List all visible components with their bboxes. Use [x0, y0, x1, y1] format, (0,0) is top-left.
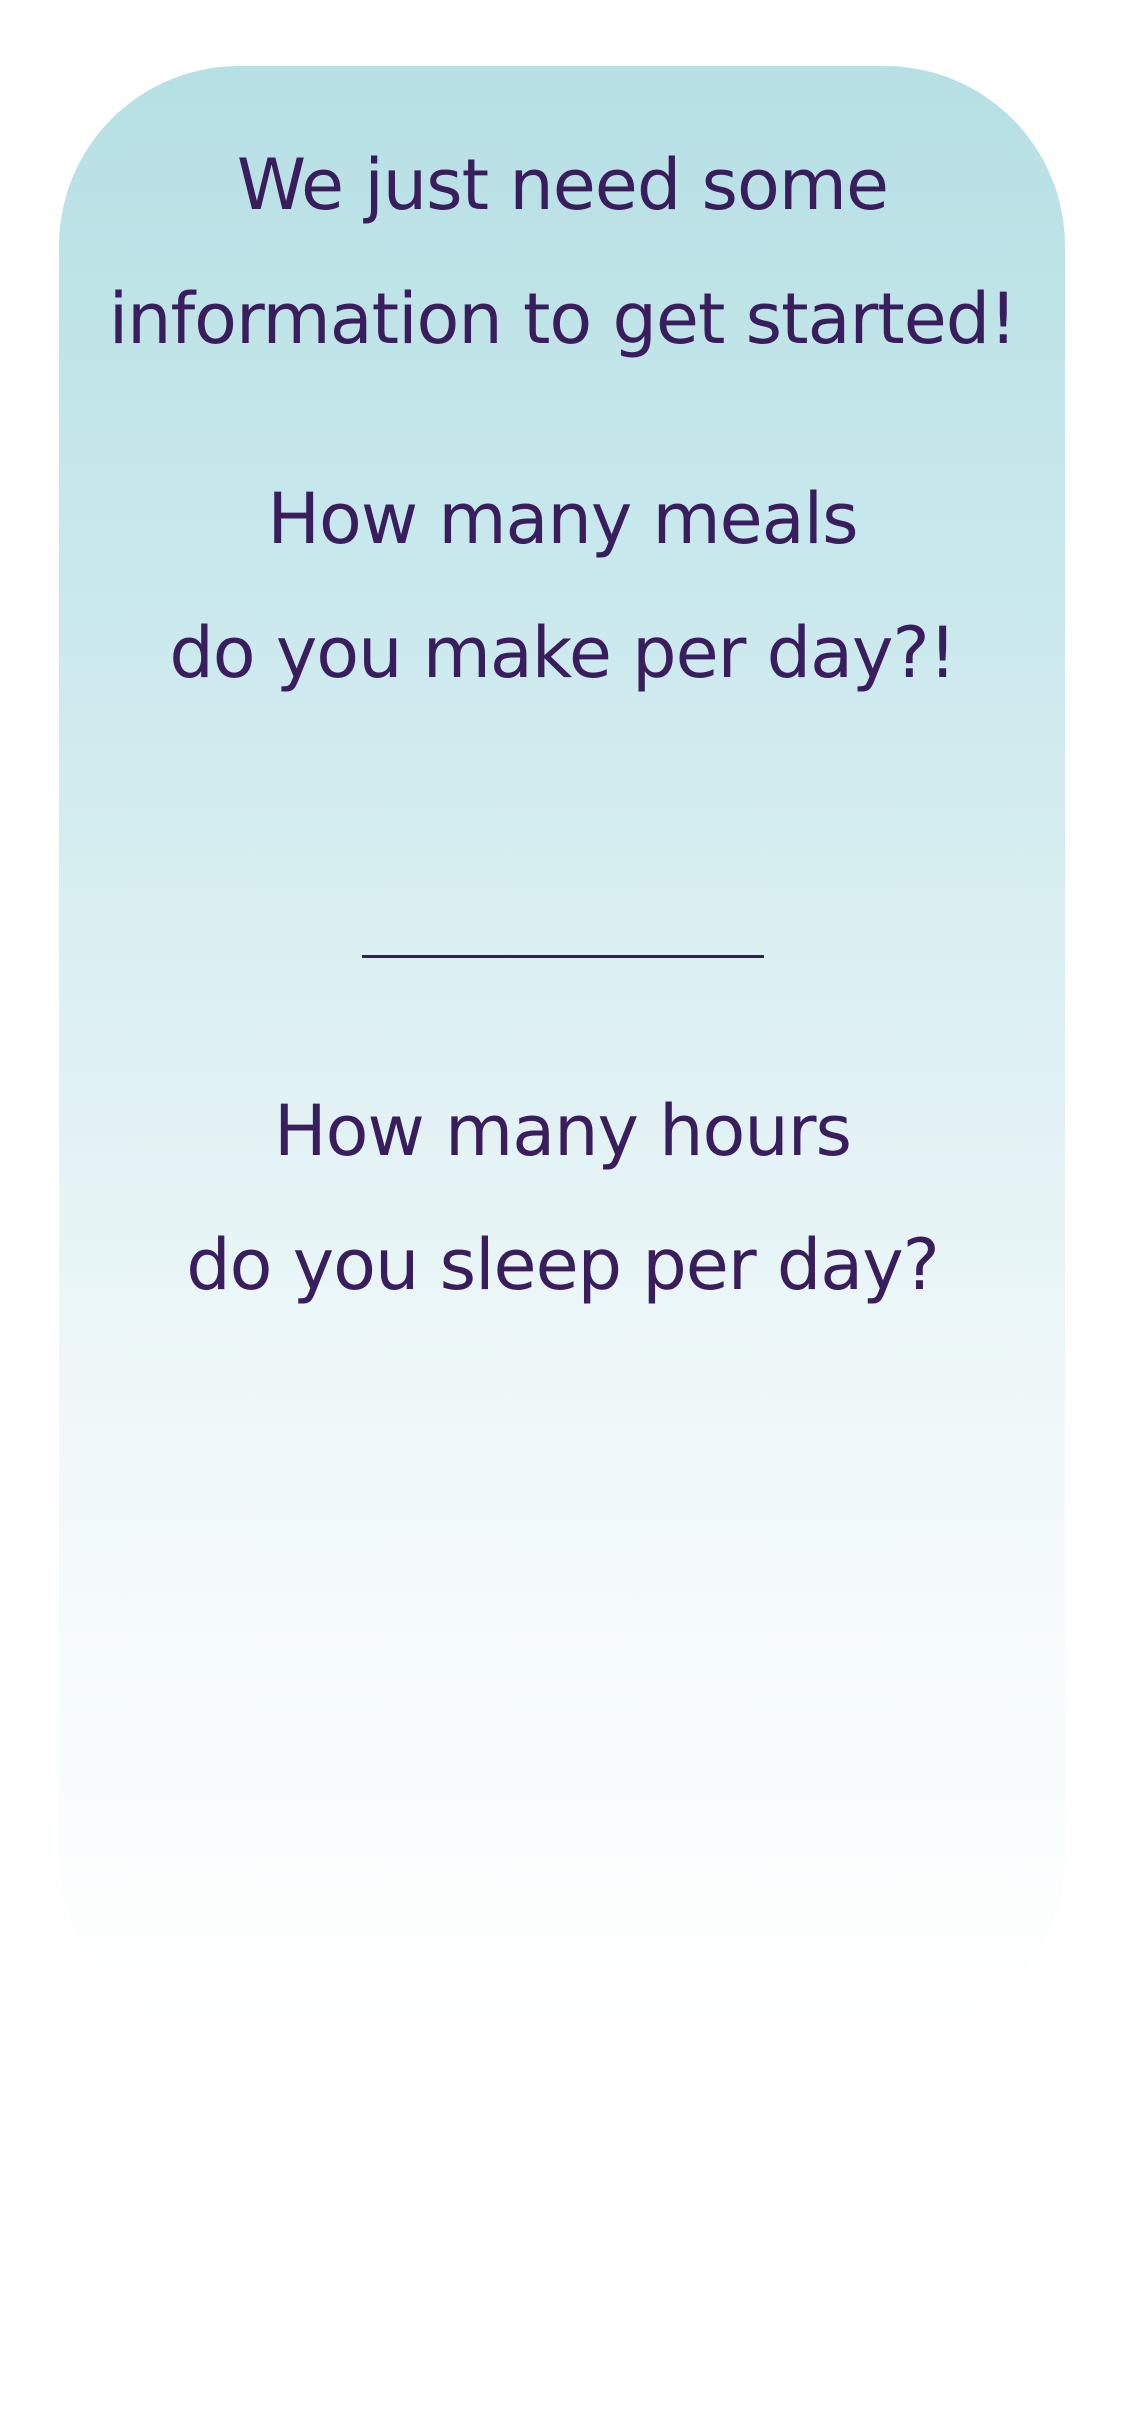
intro-heading: We just need some information to get sta…	[0, 118, 1125, 386]
meals-question-line-2: do you make per day?!	[169, 612, 956, 694]
intro-line-2: information to get started!	[108, 278, 1018, 360]
meals-answer-field[interactable]	[362, 955, 764, 958]
intro-line-1: We just need some	[236, 144, 889, 226]
sleep-question-line-2: do you sleep per day?	[186, 1224, 940, 1306]
sleep-question: How many hours do you sleep per day?	[0, 1064, 1125, 1332]
meals-question-line-1: How many meals	[267, 478, 858, 560]
sleep-question-line-1: How many hours	[274, 1090, 852, 1172]
onboarding-screen: We just need some information to get sta…	[0, 0, 1125, 2436]
meals-question: How many meals do you make per day?!	[0, 452, 1125, 720]
